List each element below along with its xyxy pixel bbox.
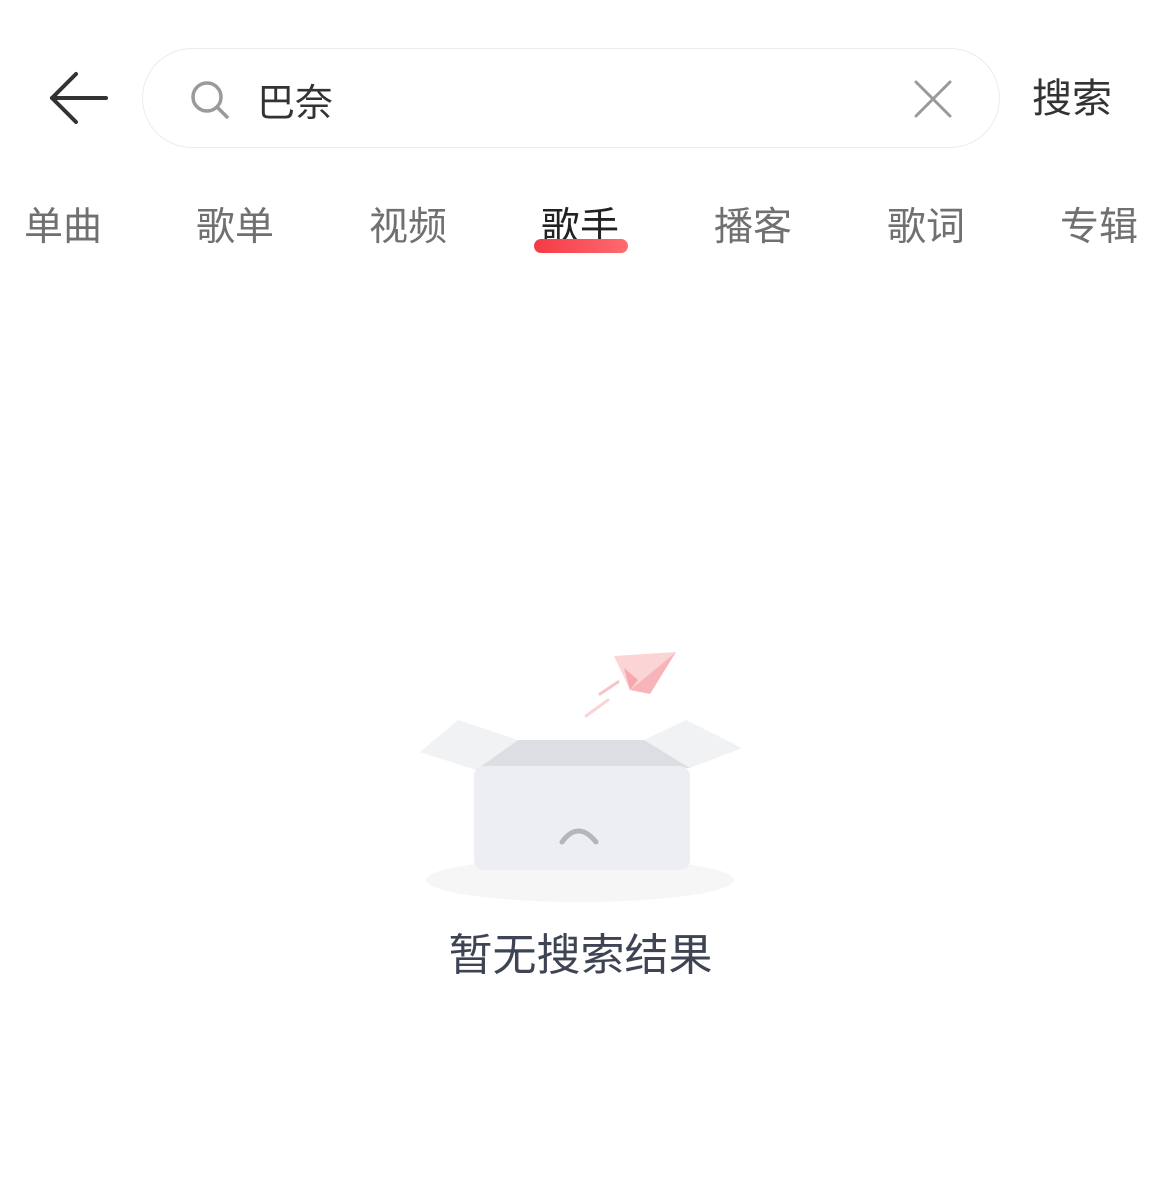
- search-icon: [191, 81, 229, 119]
- search-input[interactable]: [257, 71, 877, 127]
- search-submit-button[interactable]: 搜索: [1032, 74, 1112, 124]
- close-icon: [914, 80, 952, 118]
- tab-podcasts[interactable]: 播客: [693, 200, 813, 256]
- empty-box-paper-plane-icon: [420, 652, 742, 902]
- active-tab-indicator: [534, 239, 628, 253]
- arrow-left-icon: [50, 72, 108, 124]
- back-button[interactable]: [44, 66, 114, 130]
- tab-lyrics[interactable]: 歌词: [866, 200, 986, 256]
- clear-search-button[interactable]: [913, 79, 953, 119]
- tab-videos[interactable]: 视频: [348, 200, 468, 256]
- empty-result-message: 暂无搜索结果: [448, 930, 713, 981]
- tab-songs[interactable]: 单曲: [3, 200, 123, 256]
- tab-playlists[interactable]: 歌单: [175, 200, 295, 256]
- search-box[interactable]: [142, 48, 1000, 148]
- tab-albums[interactable]: 专辑: [1039, 200, 1159, 256]
